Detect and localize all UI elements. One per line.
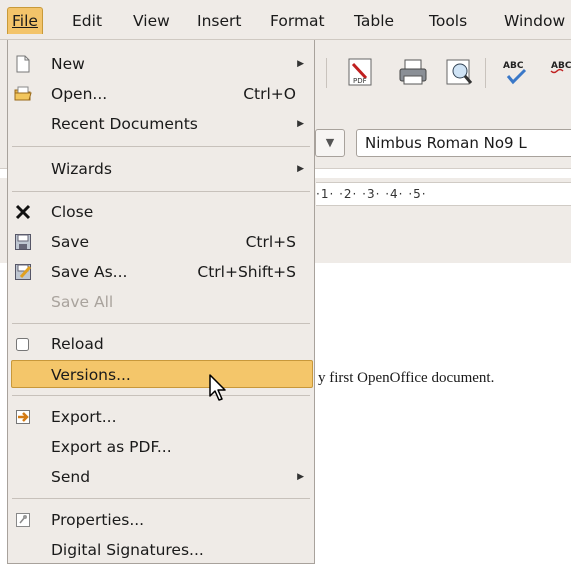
properties-icon bbox=[16, 513, 30, 527]
save-icon bbox=[15, 234, 31, 250]
menu-item-label: Save All bbox=[51, 293, 114, 311]
menu-item-properties[interactable]: Properties... bbox=[8, 506, 314, 534]
menu-item-send[interactable]: Send ▶ bbox=[8, 463, 314, 491]
menu-item-save-as[interactable]: Save As... Ctrl+Shift+S bbox=[8, 258, 314, 286]
save-as-icon bbox=[15, 264, 32, 280]
menu-item-label: Recent Documents bbox=[51, 115, 198, 133]
menu-file[interactable]: File bbox=[7, 7, 43, 34]
submenu-arrow-icon: ▶ bbox=[297, 164, 304, 174]
menu-item-label: Save As... bbox=[51, 263, 128, 281]
print-preview-icon[interactable] bbox=[443, 56, 475, 88]
menu-item-wizards[interactable]: Wizards ▶ bbox=[8, 155, 314, 183]
menu-item-save-all: Save All bbox=[8, 288, 314, 316]
style-dropdown-button[interactable]: ▼ bbox=[315, 129, 345, 157]
file-menu: New ▶ Open... Ctrl+O Recent Documents ▶ … bbox=[7, 40, 315, 564]
menu-item-label: Digital Signatures... bbox=[51, 541, 204, 559]
toolbar-separator bbox=[485, 58, 486, 88]
menu-item-reload[interactable]: Reload bbox=[8, 330, 314, 358]
menu-item-open[interactable]: Open... Ctrl+O bbox=[8, 80, 314, 108]
menu-item-label: Versions... bbox=[51, 366, 131, 384]
menu-item-label: Save bbox=[51, 233, 90, 251]
new-document-icon bbox=[16, 55, 30, 73]
menu-item-export[interactable]: Export... bbox=[8, 403, 314, 431]
svg-text:ABC: ABC bbox=[503, 61, 524, 71]
menu-item-recent-documents[interactable]: Recent Documents ▶ bbox=[8, 110, 314, 138]
menu-separator bbox=[12, 146, 310, 147]
menu-item-label: Close bbox=[51, 203, 94, 221]
menu-view[interactable]: View bbox=[131, 8, 172, 34]
reload-checkbox-icon bbox=[16, 338, 29, 351]
menu-item-label: Reload bbox=[51, 335, 104, 353]
font-name-input[interactable]: Nimbus Roman No9 L bbox=[356, 129, 571, 157]
menu-file-label: File bbox=[12, 12, 38, 30]
menu-table[interactable]: Table bbox=[352, 8, 396, 34]
menu-item-close[interactable]: Close bbox=[8, 198, 314, 226]
menu-item-shortcut: Ctrl+O bbox=[243, 85, 296, 103]
menu-item-versions[interactable]: Versions... bbox=[11, 360, 313, 388]
open-folder-icon bbox=[14, 86, 32, 101]
menu-format[interactable]: Format bbox=[268, 8, 327, 34]
submenu-arrow-icon: ▶ bbox=[297, 472, 304, 482]
menu-window[interactable]: Window bbox=[502, 8, 567, 34]
close-icon bbox=[15, 204, 31, 220]
chevron-down-icon: ▼ bbox=[325, 136, 335, 149]
menu-item-label: Send bbox=[51, 468, 91, 486]
menu-item-export-pdf[interactable]: Export as PDF... bbox=[8, 433, 314, 461]
menu-separator bbox=[12, 323, 310, 324]
menu-item-label: Export as PDF... bbox=[51, 438, 172, 456]
menu-bar: File Edit View Insert Format Table Tools… bbox=[0, 0, 571, 40]
ruler[interactable]: ·1· ·2· ·3· ·4· ·5· bbox=[316, 182, 571, 206]
menu-item-shortcut: Ctrl+S bbox=[245, 233, 296, 251]
export-pdf-icon[interactable]: PDF bbox=[344, 56, 376, 88]
toolbar-separator bbox=[326, 58, 327, 88]
menu-edit[interactable]: Edit bbox=[70, 8, 104, 34]
menu-separator bbox=[12, 191, 310, 192]
menu-item-label: Wizards bbox=[51, 160, 112, 178]
menu-item-label: Export... bbox=[51, 408, 117, 426]
print-icon[interactable] bbox=[397, 56, 429, 88]
submenu-arrow-icon: ▶ bbox=[297, 59, 304, 69]
menu-insert[interactable]: Insert bbox=[195, 8, 243, 34]
spellcheck-icon[interactable]: ABC bbox=[500, 56, 532, 88]
document-text: y first OpenOffice document. bbox=[318, 370, 495, 386]
menu-separator bbox=[12, 498, 310, 499]
menu-tools[interactable]: Tools bbox=[427, 8, 469, 34]
mouse-cursor-icon bbox=[209, 374, 226, 401]
svg-text:PDF: PDF bbox=[353, 77, 367, 85]
menu-item-label: New bbox=[51, 55, 85, 73]
menu-item-shortcut: Ctrl+Shift+S bbox=[197, 263, 296, 281]
menu-item-new[interactable]: New ▶ bbox=[8, 50, 314, 78]
menu-item-label: Properties... bbox=[51, 511, 145, 529]
autospellcheck-icon[interactable]: ABC bbox=[548, 56, 571, 88]
export-icon bbox=[16, 410, 30, 424]
menu-separator bbox=[12, 395, 310, 396]
menu-item-digital-signatures[interactable]: Digital Signatures... bbox=[8, 536, 314, 564]
menu-item-label: Open... bbox=[51, 85, 108, 103]
submenu-arrow-icon: ▶ bbox=[297, 119, 304, 129]
menu-item-save[interactable]: Save Ctrl+S bbox=[8, 228, 314, 256]
